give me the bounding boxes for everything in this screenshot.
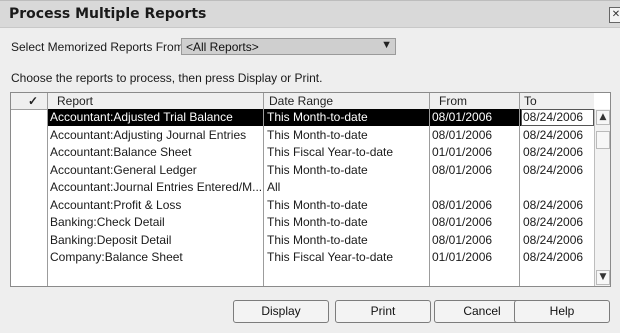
to-date-cell: 08/24/2006 (523, 250, 584, 264)
to-date-cell: 08/24/2006 (523, 110, 584, 124)
date-range-cell: All (267, 180, 281, 194)
report-name-cell: Accountant:Adjusting Journal Entries (50, 127, 247, 142)
chevron-down-icon: ▼ (381, 39, 392, 51)
date-range-cell: This Fiscal Year-to-date (267, 145, 394, 159)
report-name-cell: Company:Balance Sheet (50, 250, 183, 264)
table-row[interactable]: Accountant:Profit & Loss This Month-to-da… (11, 197, 594, 214)
to-date-cell: 08/24/2006 (523, 162, 584, 177)
report-name-cell: Accountant:Adjusted Trial Balance (50, 110, 233, 124)
title-bar: Process Multiple Reports ✕ (0, 1, 620, 28)
date-range-cell: This Month-to-date (267, 162, 368, 177)
table-row[interactable]: Accountant:Adjusting Journal Entries This… (11, 127, 594, 144)
to-column-header[interactable]: To (524, 94, 537, 108)
table-scrollbar[interactable]: ▲ ▼ (594, 109, 610, 286)
report-source-label: Select Memorized Reports From (11, 40, 184, 54)
from-column-header[interactable]: From (439, 94, 467, 108)
date-range-cell: This Month-to-date (267, 127, 368, 142)
dialog-title: Process Multiple Reports (9, 6, 207, 22)
from-date-cell: 01/01/2006 (432, 250, 493, 264)
report-name-cell: Accountant:Journal Entries Entered/M... (50, 180, 262, 194)
table-header: ✓ Report Date Range From To (11, 93, 594, 110)
scroll-up-icon[interactable]: ▲ (596, 110, 610, 125)
date-range-cell: This Fiscal Year-to-date (267, 250, 394, 264)
close-icon[interactable]: ✕ (609, 7, 620, 23)
date-range-cell: This Month-to-date (267, 232, 368, 247)
report-name-cell: Accountant:Balance Sheet (50, 145, 192, 159)
date-range-cell: This Month-to-date (267, 215, 368, 229)
table-row[interactable]: Accountant:General Ledger This Month-to-d… (11, 162, 594, 179)
from-date-cell: 08/01/2006 (432, 162, 493, 177)
table-row[interactable]: Banking:Deposit Detail This Month-to-date… (11, 232, 594, 249)
table-row[interactable]: Accountant:Balance Sheet This Fiscal Year… (11, 144, 594, 161)
to-date-cell: 08/24/2006 (523, 197, 584, 212)
to-date-cell: 08/24/2006 (523, 127, 584, 142)
help-button[interactable]: Help (514, 300, 610, 323)
instructions-text: Choose the reports to process, then pres… (11, 71, 323, 85)
table-row[interactable]: Accountant:Adjusted Trial Balance This Mo… (11, 109, 594, 126)
from-date-cell: 08/01/2006 (432, 215, 493, 229)
report-name-cell: Banking:Deposit Detail (50, 232, 172, 247)
column-divider (47, 93, 48, 286)
report-name-cell: Banking:Check Detail (50, 215, 165, 229)
display-button[interactable]: Display (233, 300, 329, 323)
report-name-cell: Accountant:Profit & Loss (50, 197, 182, 212)
column-divider (429, 93, 430, 286)
from-date-cell: 08/01/2006 (432, 232, 493, 247)
scrollbar-thumb[interactable] (596, 131, 610, 149)
report-source-value: <All Reports> (186, 40, 259, 54)
table-row[interactable]: Accountant:Journal Entries Entered/M... A… (11, 179, 594, 196)
to-date-cell: 08/24/2006 (523, 232, 584, 247)
to-date-cell: 08/24/2006 (523, 145, 584, 159)
from-date-cell: 08/01/2006 (432, 197, 493, 212)
date-range-column-header[interactable]: Date Range (269, 94, 333, 108)
report-source-dropdown[interactable]: <All Reports> ▼ (181, 38, 396, 55)
date-range-cell: This Month-to-date (267, 197, 368, 212)
from-date-cell: 01/01/2006 (432, 145, 493, 159)
scroll-down-icon[interactable]: ▼ (596, 270, 610, 285)
from-date-cell: 08/01/2006 (432, 110, 493, 124)
table-row[interactable]: Banking:Check Detail This Month-to-date 08… (11, 214, 594, 231)
report-name-cell: Accountant:General Ledger (50, 162, 197, 177)
from-date-cell: 08/01/2006 (432, 127, 493, 142)
column-divider (263, 93, 264, 286)
date-range-cell: This Month-to-date (267, 110, 368, 124)
column-divider (519, 93, 520, 286)
check-column-header[interactable]: ✓ (28, 94, 38, 108)
process-multiple-reports-dialog: Process Multiple Reports ✕ Select Memori… (0, 0, 620, 333)
report-column-header[interactable]: Report (57, 94, 93, 108)
reports-table: ✓ Report Date Range From To Accountant:A… (10, 92, 611, 287)
table-row[interactable]: Company:Balance Sheet This Fiscal Year-to… (11, 249, 594, 266)
to-date-cell: 08/24/2006 (523, 215, 584, 229)
print-button[interactable]: Print (335, 300, 431, 323)
